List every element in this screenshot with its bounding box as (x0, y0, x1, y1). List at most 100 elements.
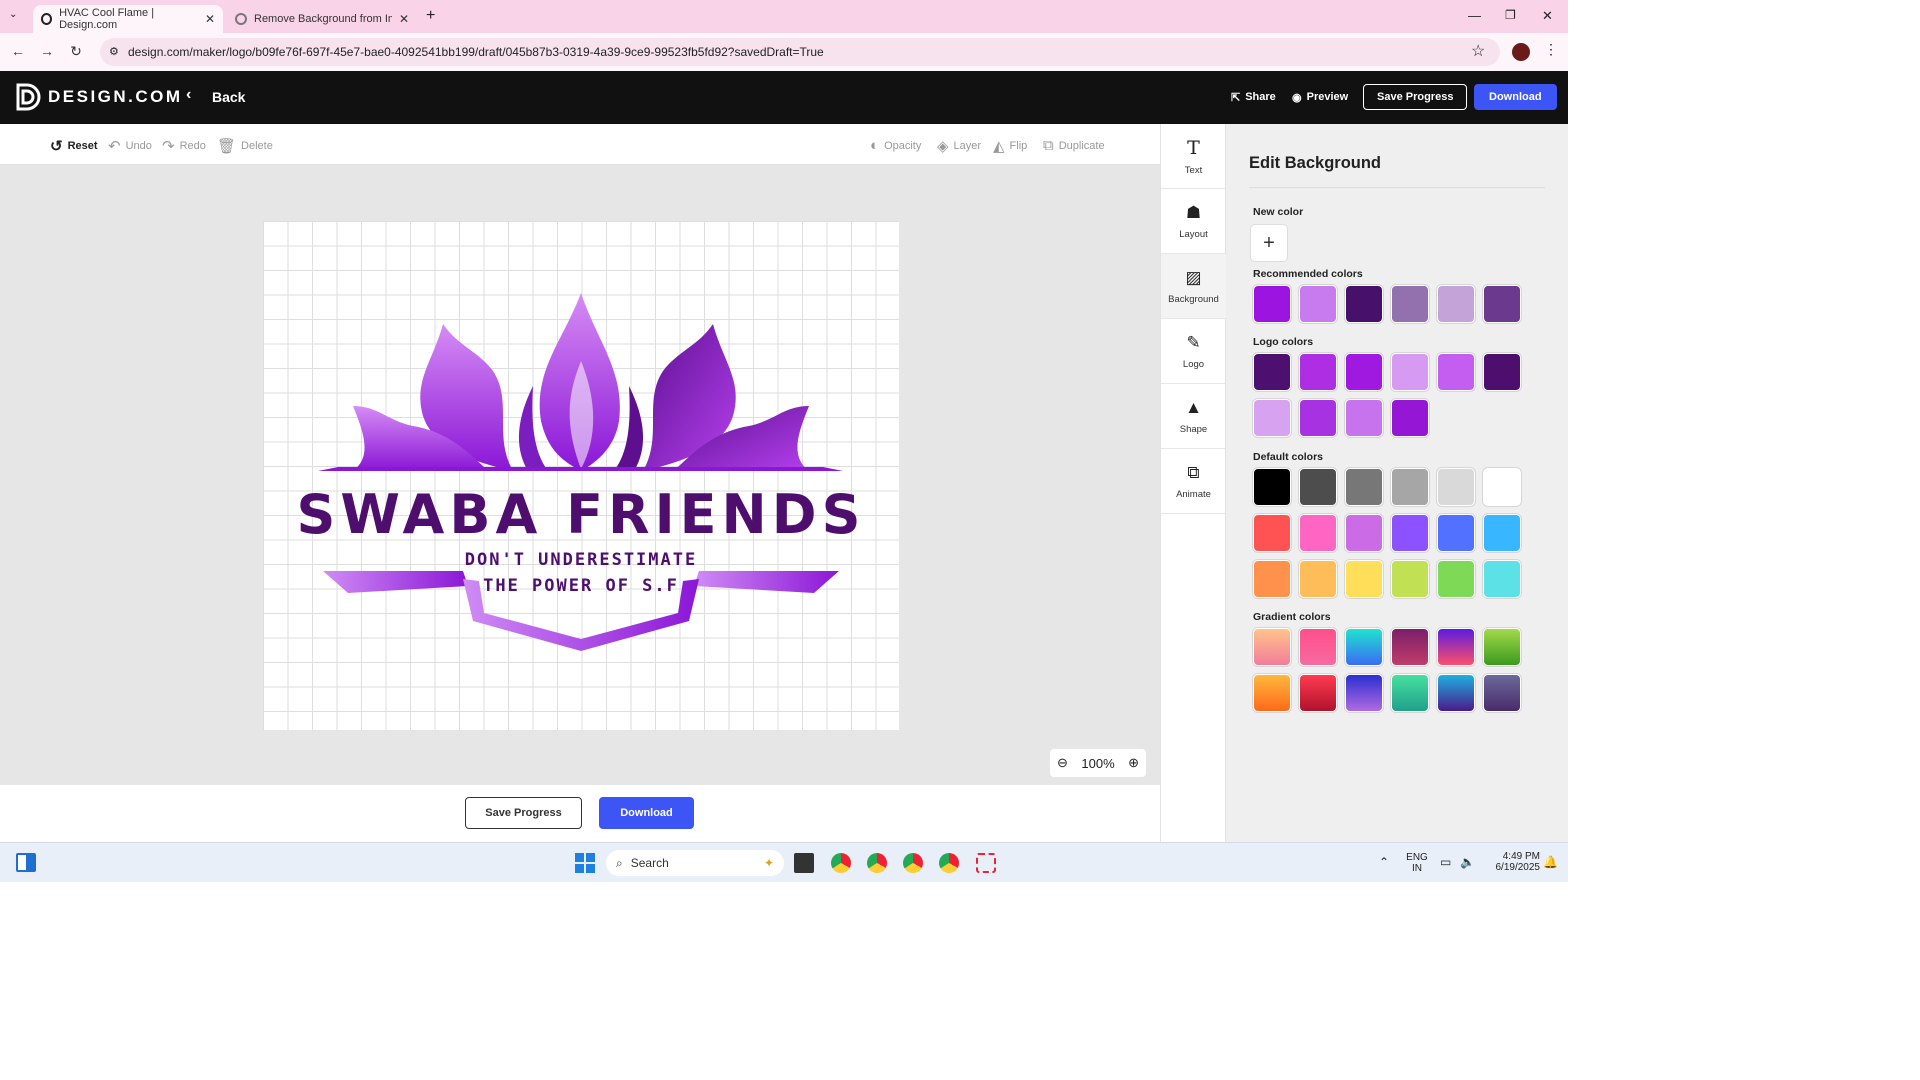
gradient-color-swatch[interactable] (1345, 628, 1383, 666)
default-color-swatch[interactable] (1345, 468, 1383, 506)
recommended-color-swatch[interactable] (1437, 285, 1475, 323)
duplicate-button[interactable]: ⧉ Duplicate (1043, 137, 1105, 154)
chrome-icon[interactable] (903, 853, 923, 873)
logo-color-swatch[interactable] (1483, 353, 1521, 391)
profile-avatar[interactable] (1512, 43, 1530, 61)
tab-list-dropdown-icon[interactable]: ⌄ (9, 9, 17, 20)
clock[interactable]: 4:49 PM 6/19/2025 (1482, 851, 1541, 873)
chevron-up-icon[interactable]: ⌃ (1379, 855, 1389, 869)
gradient-color-swatch[interactable] (1391, 628, 1429, 666)
notification-icon[interactable]: 🔔 (1543, 855, 1558, 869)
close-tab-icon[interactable]: ✕ (399, 12, 409, 26)
zoom-out-icon[interactable]: ⊖ (1057, 755, 1068, 771)
undo-button[interactable]: ↶ Undo (108, 137, 152, 155)
zoom-in-icon[interactable]: ⊕ (1128, 755, 1139, 771)
default-color-swatch[interactable] (1345, 560, 1383, 598)
taskbar-search[interactable]: ⌕ Search ✦ (606, 850, 784, 876)
windows-start-icon[interactable] (575, 853, 595, 873)
gradient-color-swatch[interactable] (1345, 674, 1383, 712)
logo-color-swatch[interactable] (1253, 399, 1291, 437)
chrome-icon[interactable] (831, 853, 851, 873)
download-button[interactable]: Download (1474, 84, 1557, 110)
default-color-swatch[interactable] (1437, 514, 1475, 552)
snipping-tool-icon[interactable] (976, 853, 996, 873)
sidenav-logo[interactable]: ✎ Logo (1161, 319, 1226, 384)
logo-artboard[interactable]: SWABA FRIENDS DON'T UNDERESTIMATE THE PO… (263, 221, 899, 730)
download-button-bottom[interactable]: Download (599, 797, 694, 829)
sidenav-layout[interactable]: ☗ Layout (1161, 189, 1226, 254)
logo-color-swatch[interactable] (1437, 353, 1475, 391)
layer-button[interactable]: ◈ Layer (937, 137, 981, 155)
default-color-swatch[interactable] (1483, 560, 1521, 598)
bookmark-star-icon[interactable]: ☆ (1471, 41, 1485, 61)
site-info-icon[interactable]: ⚙ (109, 38, 119, 66)
tab-inactive[interactable]: Remove Background from Imag ✕ (227, 5, 417, 33)
default-color-swatch[interactable] (1391, 560, 1429, 598)
tab-active[interactable]: HVAC Cool Flame | Design.com ✕ (33, 5, 223, 33)
chrome-icon-active[interactable] (939, 853, 959, 873)
gradient-color-swatch[interactable] (1483, 674, 1521, 712)
browser-menu-icon[interactable]: ⋮ (1544, 41, 1558, 58)
forward-arrow-icon[interactable]: → (38, 43, 56, 59)
save-progress-button-bottom[interactable]: Save Progress (465, 797, 582, 829)
logo-color-swatch[interactable] (1253, 353, 1291, 391)
share-button[interactable]: ⇱ Share (1231, 84, 1276, 110)
sidenav-text[interactable]: T Text (1161, 124, 1226, 189)
save-progress-button[interactable]: Save Progress (1363, 84, 1468, 110)
minimize-icon[interactable]: — (1468, 8, 1481, 23)
chrome-icon[interactable] (867, 853, 887, 873)
logo-color-swatch[interactable] (1391, 353, 1429, 391)
restore-icon[interactable]: ❐ (1505, 8, 1516, 22)
default-color-swatch[interactable] (1391, 514, 1429, 552)
default-color-swatch[interactable] (1483, 514, 1521, 552)
gradient-color-swatch[interactable] (1299, 674, 1337, 712)
default-color-swatch[interactable] (1437, 468, 1475, 506)
logo-color-swatch[interactable] (1345, 399, 1383, 437)
widgets-icon[interactable] (16, 853, 36, 872)
design-logo-icon[interactable] (15, 83, 41, 111)
back-link[interactable]: Back (212, 89, 245, 105)
sidenav-shape[interactable]: ▲ Shape (1161, 384, 1226, 449)
logo-color-swatch[interactable] (1299, 399, 1337, 437)
logo-color-swatch[interactable] (1391, 399, 1429, 437)
default-color-swatch[interactable] (1253, 514, 1291, 552)
close-tab-icon[interactable]: ✕ (205, 12, 215, 26)
new-tab-icon[interactable]: + (426, 7, 435, 25)
delete-button[interactable]: 🗑 Delete (217, 137, 273, 155)
recommended-color-swatch[interactable] (1391, 285, 1429, 323)
default-color-swatch[interactable] (1299, 560, 1337, 598)
sidenav-background[interactable]: ▨ Background (1161, 254, 1226, 319)
gradient-color-swatch[interactable] (1253, 674, 1291, 712)
default-color-swatch[interactable] (1299, 514, 1337, 552)
close-window-icon[interactable]: ✕ (1542, 8, 1553, 24)
recommended-color-swatch[interactable] (1299, 285, 1337, 323)
default-color-swatch[interactable] (1345, 514, 1383, 552)
logo-color-swatch[interactable] (1345, 353, 1383, 391)
gradient-color-swatch[interactable] (1391, 674, 1429, 712)
default-color-swatch[interactable] (1253, 468, 1291, 506)
language-indicator[interactable]: ENG IN (1403, 852, 1431, 874)
chevron-left-icon[interactable]: ‹ (186, 86, 191, 104)
logo-color-swatch[interactable] (1299, 353, 1337, 391)
gradient-color-swatch[interactable] (1253, 628, 1291, 666)
default-color-swatch[interactable] (1437, 560, 1475, 598)
recommended-color-swatch[interactable] (1253, 285, 1291, 323)
gradient-color-swatch[interactable] (1437, 674, 1475, 712)
gradient-color-swatch[interactable] (1299, 628, 1337, 666)
recommended-color-swatch[interactable] (1483, 285, 1521, 323)
logo-graphic[interactable]: SWABA FRIENDS DON'T UNDERESTIMATE THE PO… (263, 221, 899, 730)
gradient-color-swatch[interactable] (1483, 628, 1521, 666)
default-color-swatch[interactable] (1391, 468, 1429, 506)
default-color-swatch[interactable] (1299, 468, 1337, 506)
reload-icon[interactable]: ↻ (67, 43, 85, 60)
default-color-swatch[interactable] (1483, 468, 1521, 506)
opacity-button[interactable]: ◐ Opacity (870, 137, 921, 154)
redo-button[interactable]: ↷ Redo (162, 137, 206, 155)
sidenav-animate[interactable]: ⧉ Animate (1161, 449, 1226, 514)
network-icon[interactable]: ▭ (1440, 855, 1451, 869)
recommended-color-swatch[interactable] (1345, 285, 1383, 323)
preview-button[interactable]: ◉ Preview (1292, 84, 1348, 110)
add-color-button[interactable]: + (1250, 224, 1288, 262)
task-view-icon[interactable] (794, 853, 814, 873)
gradient-color-swatch[interactable] (1437, 628, 1475, 666)
